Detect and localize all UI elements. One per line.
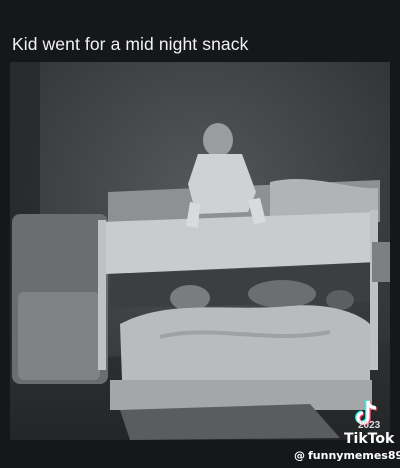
bed-post-right bbox=[370, 210, 378, 370]
climbing-kid-head bbox=[203, 123, 233, 157]
bed-post-left bbox=[98, 220, 106, 370]
sleeping-kid-head bbox=[170, 285, 210, 311]
creator-handle[interactable]: @ funnymemes896 bbox=[294, 449, 400, 462]
sleeping-kid-body bbox=[248, 280, 316, 308]
side-shelf bbox=[372, 242, 390, 282]
floor-rug bbox=[120, 404, 340, 440]
lower-bunk-blanket bbox=[120, 305, 370, 382]
tiktok-wordmark: TikTok bbox=[344, 431, 395, 447]
sleeping-kid-feet bbox=[326, 290, 354, 310]
lower-bunk-mattress bbox=[110, 380, 372, 410]
creator-username: funnymemes896 bbox=[308, 449, 400, 462]
at-sign: @ bbox=[294, 449, 305, 462]
watermark-year: 2023 bbox=[358, 420, 381, 431]
night-vision-video-frame[interactable] bbox=[10, 62, 390, 440]
bunk-bed-scene bbox=[10, 62, 390, 440]
armchair-seat bbox=[18, 292, 100, 380]
post-caption: Kid went for a mid night snack bbox=[12, 34, 249, 54]
